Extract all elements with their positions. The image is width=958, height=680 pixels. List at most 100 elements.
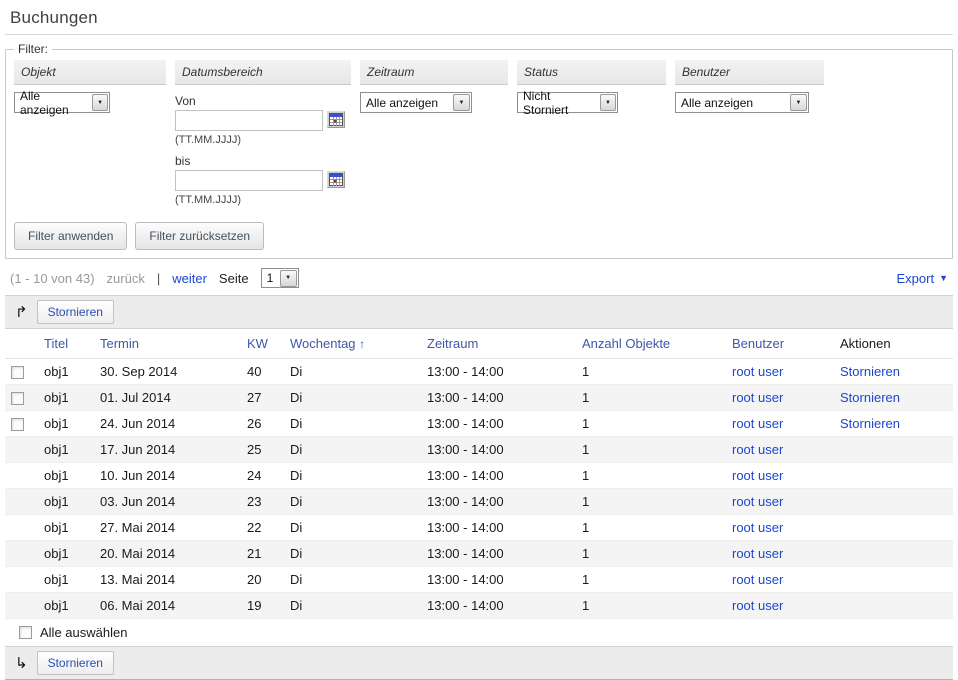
cell-benutzer: root user <box>726 541 834 567</box>
status-select-value: Nicht Storniert <box>523 89 594 117</box>
select-all-label: Alle auswählen <box>40 625 127 640</box>
header-titel[interactable]: Titel <box>38 329 94 359</box>
page-select[interactable]: 1 ▼ <box>261 268 299 288</box>
stornieren-bottom-button[interactable]: Stornieren <box>37 651 114 675</box>
cell-termin: 13. Mai 2014 <box>94 567 241 593</box>
cell-zeitraum: 13:00 - 14:00 <box>421 541 576 567</box>
page-select-value: 1 <box>267 271 274 285</box>
table-row: obj1 03. Jun 2014 23 Di 13:00 - 14:00 1 … <box>5 489 953 515</box>
stornieren-top-button[interactable]: Stornieren <box>37 300 114 324</box>
benutzer-link[interactable]: root user <box>732 390 783 405</box>
cell-kw: 27 <box>241 385 284 411</box>
cell-termin: 30. Sep 2014 <box>94 359 241 385</box>
calendar-icon[interactable] <box>327 171 345 188</box>
bookings-table-block: ↱ Stornieren Titel Termin KW Wochentag ↑ <box>5 295 953 680</box>
pagination-next-link[interactable]: weiter <box>172 271 207 286</box>
row-stornieren-link[interactable]: Stornieren <box>840 390 900 405</box>
chevron-down-icon: ▼ <box>453 94 470 111</box>
cell-wochentag: Di <box>284 567 421 593</box>
benutzer-link[interactable]: root user <box>732 468 783 483</box>
header-kw[interactable]: KW <box>241 329 284 359</box>
select-all-row: Alle auswählen <box>5 619 953 646</box>
filter-col-datumsbereich-header: Datumsbereich <box>175 60 351 85</box>
filter-reset-button[interactable]: Filter zurücksetzen <box>135 222 264 250</box>
row-checkbox[interactable] <box>11 418 24 431</box>
filter-legend: Filter: <box>14 42 52 56</box>
calendar-icon[interactable] <box>327 111 345 128</box>
header-termin[interactable]: Termin <box>94 329 241 359</box>
bookings-table: Titel Termin KW Wochentag ↑ Zeitraum Anz… <box>5 329 953 619</box>
date-from-input[interactable] <box>175 110 323 131</box>
cell-titel: obj1 <box>38 489 94 515</box>
cell-aktionen <box>834 463 953 489</box>
benutzer-link[interactable]: root user <box>732 546 783 561</box>
cell-benutzer: root user <box>726 593 834 619</box>
pagination-back-link: zurück <box>107 271 145 286</box>
benutzer-select[interactable]: Alle anzeigen ▼ <box>675 92 809 113</box>
cell-wochentag: Di <box>284 437 421 463</box>
cell-aktionen <box>834 567 953 593</box>
cell-anzahl: 1 <box>576 463 726 489</box>
filter-buttons: Filter anwenden Filter zurücksetzen <box>14 222 944 250</box>
cell-benutzer: root user <box>726 567 834 593</box>
table-row: obj1 10. Jun 2014 24 Di 13:00 - 14:00 1 … <box>5 463 953 489</box>
cell-kw: 21 <box>241 541 284 567</box>
row-checkbox[interactable] <box>11 366 24 379</box>
header-zeitraum[interactable]: Zeitraum <box>421 329 576 359</box>
chevron-down-icon: ▼ <box>92 94 108 111</box>
filter-col-status-header: Status <box>517 60 666 85</box>
cell-termin: 24. Jun 2014 <box>94 411 241 437</box>
pagination-range: (1 - 10 von 43) <box>10 271 95 286</box>
cell-checkbox <box>5 593 38 619</box>
page-title: Buchungen <box>10 8 948 28</box>
cell-titel: obj1 <box>38 541 94 567</box>
select-all-checkbox[interactable] <box>19 626 32 639</box>
chevron-down-icon: ▼ <box>939 273 948 283</box>
cell-titel: obj1 <box>38 593 94 619</box>
cell-zeitraum: 13:00 - 14:00 <box>421 463 576 489</box>
date-from-label: Von <box>175 94 351 108</box>
header-wochentag[interactable]: Wochentag ↑ <box>284 329 421 359</box>
cell-titel: obj1 <box>38 411 94 437</box>
header-benutzer[interactable]: Benutzer <box>726 329 834 359</box>
cell-aktionen <box>834 541 953 567</box>
row-stornieren-link[interactable]: Stornieren <box>840 364 900 379</box>
benutzer-link[interactable]: root user <box>732 416 783 431</box>
filter-col-objekt: Objekt Alle anzeigen ▼ <box>14 60 166 113</box>
date-to-input[interactable] <box>175 170 323 191</box>
zeitraum-select[interactable]: Alle anzeigen ▼ <box>360 92 472 113</box>
header-anzahl-objekte[interactable]: Anzahl Objekte <box>576 329 726 359</box>
cell-kw: 22 <box>241 515 284 541</box>
cell-zeitraum: 13:00 - 14:00 <box>421 359 576 385</box>
chevron-down-icon: ▼ <box>280 270 297 287</box>
benutzer-link[interactable]: root user <box>732 572 783 587</box>
cell-zeitraum: 13:00 - 14:00 <box>421 385 576 411</box>
cell-titel: obj1 <box>38 359 94 385</box>
page: Buchungen Filter: Objekt Alle anzeigen ▼… <box>0 0 958 680</box>
cell-termin: 06. Mai 2014 <box>94 593 241 619</box>
cell-checkbox <box>5 411 38 437</box>
benutzer-link[interactable]: root user <box>732 494 783 509</box>
benutzer-link[interactable]: root user <box>732 520 783 535</box>
export-menu[interactable]: Export ▼ <box>897 271 949 286</box>
benutzer-link[interactable]: root user <box>732 598 783 613</box>
zeitraum-select-value: Alle anzeigen <box>366 96 438 110</box>
benutzer-link[interactable]: root user <box>732 442 783 457</box>
table-body: obj1 30. Sep 2014 40 Di 13:00 - 14:00 1 … <box>5 359 953 619</box>
cell-wochentag: Di <box>284 359 421 385</box>
cell-aktionen: Stornieren <box>834 411 953 437</box>
status-select[interactable]: Nicht Storniert ▼ <box>517 92 618 113</box>
filter-col-datumsbereich: Datumsbereich Von (TT.MM.JJJJ) bis <box>175 60 351 212</box>
benutzer-link[interactable]: root user <box>732 364 783 379</box>
objekt-select[interactable]: Alle anzeigen ▼ <box>14 92 110 113</box>
cell-titel: obj1 <box>38 385 94 411</box>
cell-wochentag: Di <box>284 593 421 619</box>
cell-kw: 24 <box>241 463 284 489</box>
cell-benutzer: root user <box>726 359 834 385</box>
row-checkbox[interactable] <box>11 392 24 405</box>
cell-anzahl: 1 <box>576 411 726 437</box>
cell-wochentag: Di <box>284 515 421 541</box>
filter-apply-button[interactable]: Filter anwenden <box>14 222 127 250</box>
cell-checkbox <box>5 359 38 385</box>
row-stornieren-link[interactable]: Stornieren <box>840 416 900 431</box>
